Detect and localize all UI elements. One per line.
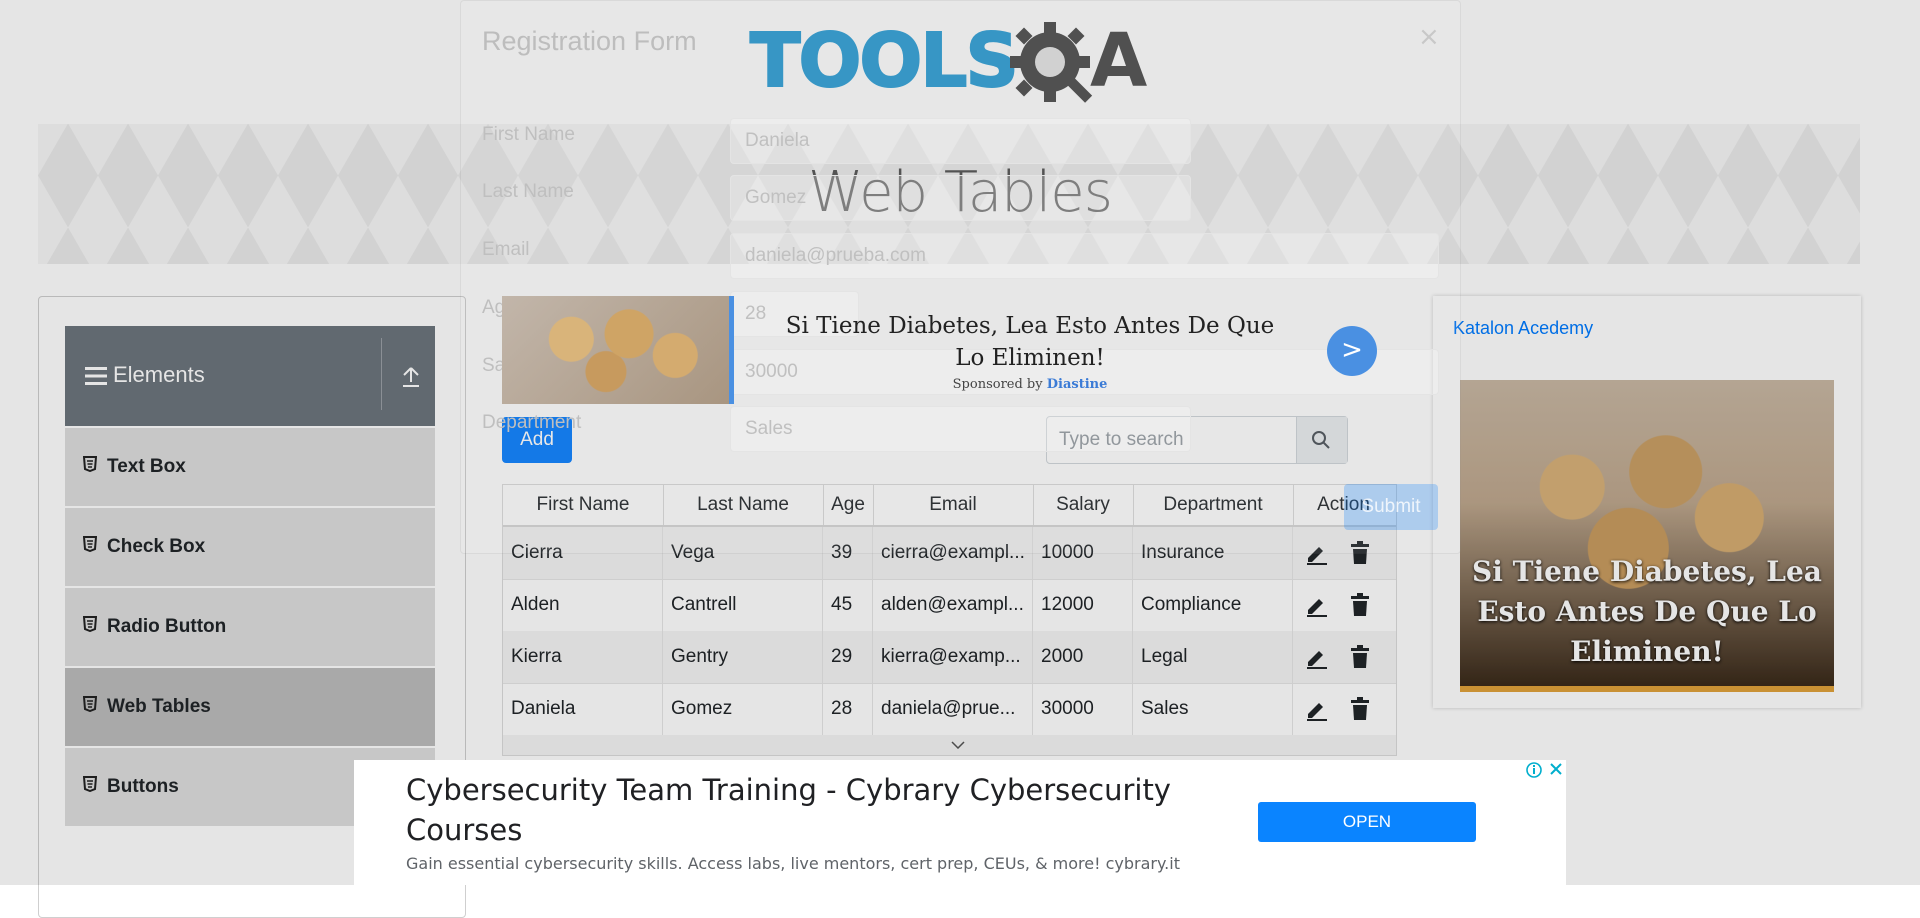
sponsor-name[interactable]: Diastine	[1047, 377, 1108, 392]
open-button[interactable]: OPEN	[1258, 802, 1476, 842]
modal-title: Registration Form	[482, 26, 697, 56]
last-name-field[interactable]: Gomez	[730, 175, 1191, 221]
last-name-value: Gomez	[745, 187, 807, 208]
sponsored-prefix: Sponsored by	[952, 377, 1043, 392]
first-name-field[interactable]: Daniela	[730, 118, 1191, 164]
age-value: 28	[745, 303, 767, 324]
ad-sponsor-line: Sponsored by Diastine	[770, 377, 1290, 392]
bottom-ad-headline[interactable]: Cybersecurity Team Training - Cybrary Cy…	[406, 770, 1246, 850]
submit-button[interactable]: Submit	[1344, 484, 1438, 530]
ad-headline[interactable]: Si Tiene Diabetes, Lea Esto Antes De Que…	[770, 310, 1290, 374]
ad-accent-bar	[729, 296, 734, 404]
bottom-ad-description: Gain essential cybersecurity skills. Acc…	[406, 854, 1180, 873]
bottom-ad[interactable]: Cybersecurity Team Training - Cybrary Cy…	[354, 760, 1566, 885]
last-name-label: Last Name	[482, 181, 574, 202]
ad-thumbnail[interactable]	[502, 296, 733, 404]
email-field[interactable]: daniela@prueba.com	[730, 233, 1439, 279]
adchoices-icon[interactable]	[1524, 760, 1566, 780]
first-name-value: Daniela	[745, 130, 810, 151]
department-label: Department	[482, 412, 582, 433]
department-field[interactable]: Sales	[730, 406, 1191, 452]
department-value: Sales	[745, 418, 793, 439]
close-button[interactable]: ×	[1418, 22, 1440, 52]
email-value: daniela@prueba.com	[745, 245, 926, 266]
email-label: Email	[482, 239, 530, 260]
first-name-label: First Name	[482, 124, 575, 145]
ad-next-button[interactable]: >	[1327, 326, 1377, 376]
